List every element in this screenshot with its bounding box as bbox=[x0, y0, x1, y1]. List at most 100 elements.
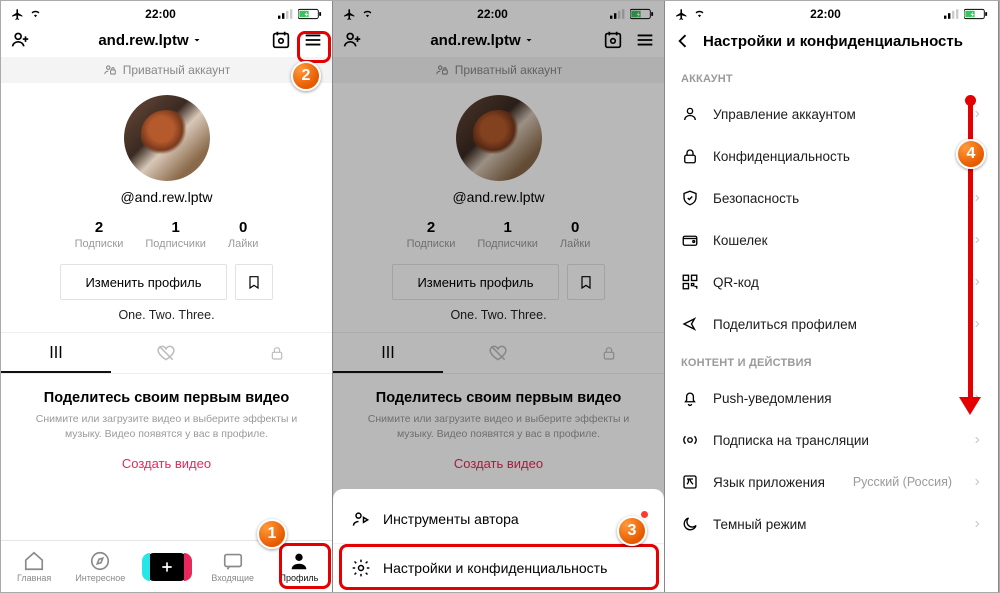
status-time: 22:00 bbox=[810, 7, 841, 21]
nav-home[interactable]: Главная bbox=[1, 550, 67, 583]
chevron-right-icon bbox=[972, 107, 982, 121]
tab-liked[interactable] bbox=[443, 333, 553, 373]
profile-icon bbox=[288, 550, 310, 572]
row-push[interactable]: Push-уведомления bbox=[665, 377, 998, 419]
row-qr-code[interactable]: QR-код bbox=[665, 261, 998, 303]
callout-badge: 1 bbox=[257, 519, 287, 549]
app-language-value: Русский (Россия) bbox=[853, 475, 952, 489]
bottom-nav: Главная Интересное Входящие Профиль bbox=[1, 540, 332, 592]
airplane-icon bbox=[675, 8, 688, 21]
add-friend-icon[interactable] bbox=[341, 29, 363, 51]
nav-inbox[interactable]: Входящие bbox=[200, 550, 266, 583]
stat-following[interactable]: 2 Подписки bbox=[75, 219, 124, 250]
wifi-icon bbox=[692, 8, 707, 20]
signal-icon bbox=[278, 9, 294, 19]
status-bar: 22:00 bbox=[1, 1, 332, 25]
battery-icon bbox=[298, 8, 322, 20]
row-live-sub[interactable]: Подписка на трансляции bbox=[665, 419, 998, 461]
lock-icon bbox=[681, 147, 699, 165]
hamburger-icon[interactable] bbox=[634, 29, 656, 51]
status-time: 22:00 bbox=[477, 7, 508, 21]
calendar-icon[interactable] bbox=[602, 29, 624, 51]
create-video-link[interactable]: Создать видео bbox=[122, 456, 211, 471]
status-time: 22:00 bbox=[145, 7, 176, 21]
back-icon[interactable] bbox=[673, 31, 693, 51]
avatar[interactable] bbox=[124, 95, 210, 181]
chevron-right-icon bbox=[972, 233, 982, 247]
stat-likes[interactable]: 0 Лайки bbox=[228, 219, 258, 250]
hamburger-icon[interactable] bbox=[302, 29, 324, 51]
empty-state: Поделитесь своим первым видео Снимите ил… bbox=[1, 374, 332, 473]
gear-icon bbox=[351, 558, 371, 578]
qr-icon bbox=[681, 273, 699, 291]
callout-badge: 4 bbox=[956, 139, 986, 169]
plus-icon bbox=[146, 553, 188, 581]
nav-discover[interactable]: Интересное bbox=[67, 550, 133, 583]
username-label: and.rew.lptw bbox=[98, 32, 188, 49]
sheet-creator-tools[interactable]: Инструменты автора bbox=[333, 495, 664, 543]
username-dropdown[interactable]: and.rew.lptw bbox=[98, 32, 202, 49]
screen-profile: 22:00 and.rew.lptw Приватный аккаунт bbox=[1, 1, 333, 592]
share-icon bbox=[681, 315, 699, 333]
bookmark-button[interactable] bbox=[235, 264, 273, 300]
status-bar: 22:00 bbox=[333, 1, 664, 25]
chevron-right-icon bbox=[972, 517, 982, 531]
bottom-sheet: Инструменты автора Настройки и конфиденц… bbox=[333, 489, 664, 592]
row-dark-mode[interactable]: Темный режим bbox=[665, 503, 998, 545]
sheet-settings[interactable]: Настройки и конфиденциальность bbox=[333, 543, 664, 592]
settings-header: Настройки и конфиденциальность bbox=[665, 25, 998, 61]
username-dropdown[interactable]: and.rew.lptw bbox=[430, 32, 534, 49]
wallet-icon bbox=[681, 231, 699, 249]
section-header-account: АККАУНТ bbox=[665, 61, 998, 93]
add-friend-icon[interactable] bbox=[9, 29, 31, 51]
tab-private[interactable] bbox=[222, 333, 332, 373]
empty-subtitle: Снимите или загрузите видео и выберите э… bbox=[31, 412, 302, 442]
tab-grid[interactable] bbox=[1, 333, 111, 373]
nav-profile[interactable]: Профиль bbox=[266, 550, 332, 583]
edit-profile-button[interactable]: Изменить профиль bbox=[392, 264, 558, 300]
callout-badge: 2 bbox=[291, 61, 321, 91]
row-manage-account[interactable]: Управление аккаунтом bbox=[665, 93, 998, 135]
row-app-language[interactable]: Язык приложения Русский (Россия) bbox=[665, 461, 998, 503]
battery-icon bbox=[964, 8, 988, 20]
handle: @and.rew.lptw bbox=[120, 189, 212, 205]
tab-liked[interactable] bbox=[111, 333, 221, 373]
signal-icon bbox=[610, 9, 626, 19]
private-label: Приватный аккаунт bbox=[123, 63, 231, 77]
wifi-icon bbox=[28, 8, 43, 20]
screen-settings: 22:00 Настройки и конфиденциальность АКК… bbox=[665, 1, 999, 592]
live-icon bbox=[681, 431, 699, 449]
tab-grid[interactable] bbox=[333, 333, 443, 373]
tab-private[interactable] bbox=[554, 333, 664, 373]
chevron-right-icon bbox=[972, 317, 982, 331]
row-security[interactable]: Безопасность bbox=[665, 177, 998, 219]
bookmark-button[interactable] bbox=[567, 264, 605, 300]
wifi-icon bbox=[360, 8, 375, 20]
page-title: Настройки и конфиденциальность bbox=[703, 33, 963, 50]
content-tabs bbox=[1, 332, 332, 374]
airplane-icon bbox=[11, 8, 24, 21]
status-bar: 22:00 bbox=[665, 1, 998, 25]
row-privacy[interactable]: Конфиденциальность bbox=[665, 135, 998, 177]
inbox-icon bbox=[222, 550, 244, 572]
chevron-right-icon bbox=[972, 475, 982, 489]
calendar-icon[interactable] bbox=[270, 29, 292, 51]
nav-create[interactable] bbox=[133, 553, 199, 581]
edit-profile-button[interactable]: Изменить профиль bbox=[60, 264, 226, 300]
bio-text: One. Two. Three. bbox=[1, 308, 332, 322]
compass-icon bbox=[89, 550, 111, 572]
stat-followers[interactable]: 1 Подписчики bbox=[145, 219, 206, 250]
row-wallet[interactable]: Кошелек bbox=[665, 219, 998, 261]
bell-icon bbox=[681, 389, 699, 407]
row-share-profile[interactable]: Поделиться профилем bbox=[665, 303, 998, 345]
chevron-right-icon bbox=[972, 191, 982, 205]
notification-dot-icon bbox=[641, 511, 648, 518]
creator-tools-icon bbox=[351, 509, 371, 529]
section-header-content: КОНТЕНТ И ДЕЙСТВИЯ bbox=[665, 345, 998, 377]
home-icon bbox=[23, 550, 45, 572]
language-icon bbox=[681, 473, 699, 491]
signal-icon bbox=[944, 9, 960, 19]
airplane-icon bbox=[343, 8, 356, 21]
callout-badge: 3 bbox=[617, 516, 647, 546]
scroll-arrow-start-dot bbox=[965, 95, 976, 106]
